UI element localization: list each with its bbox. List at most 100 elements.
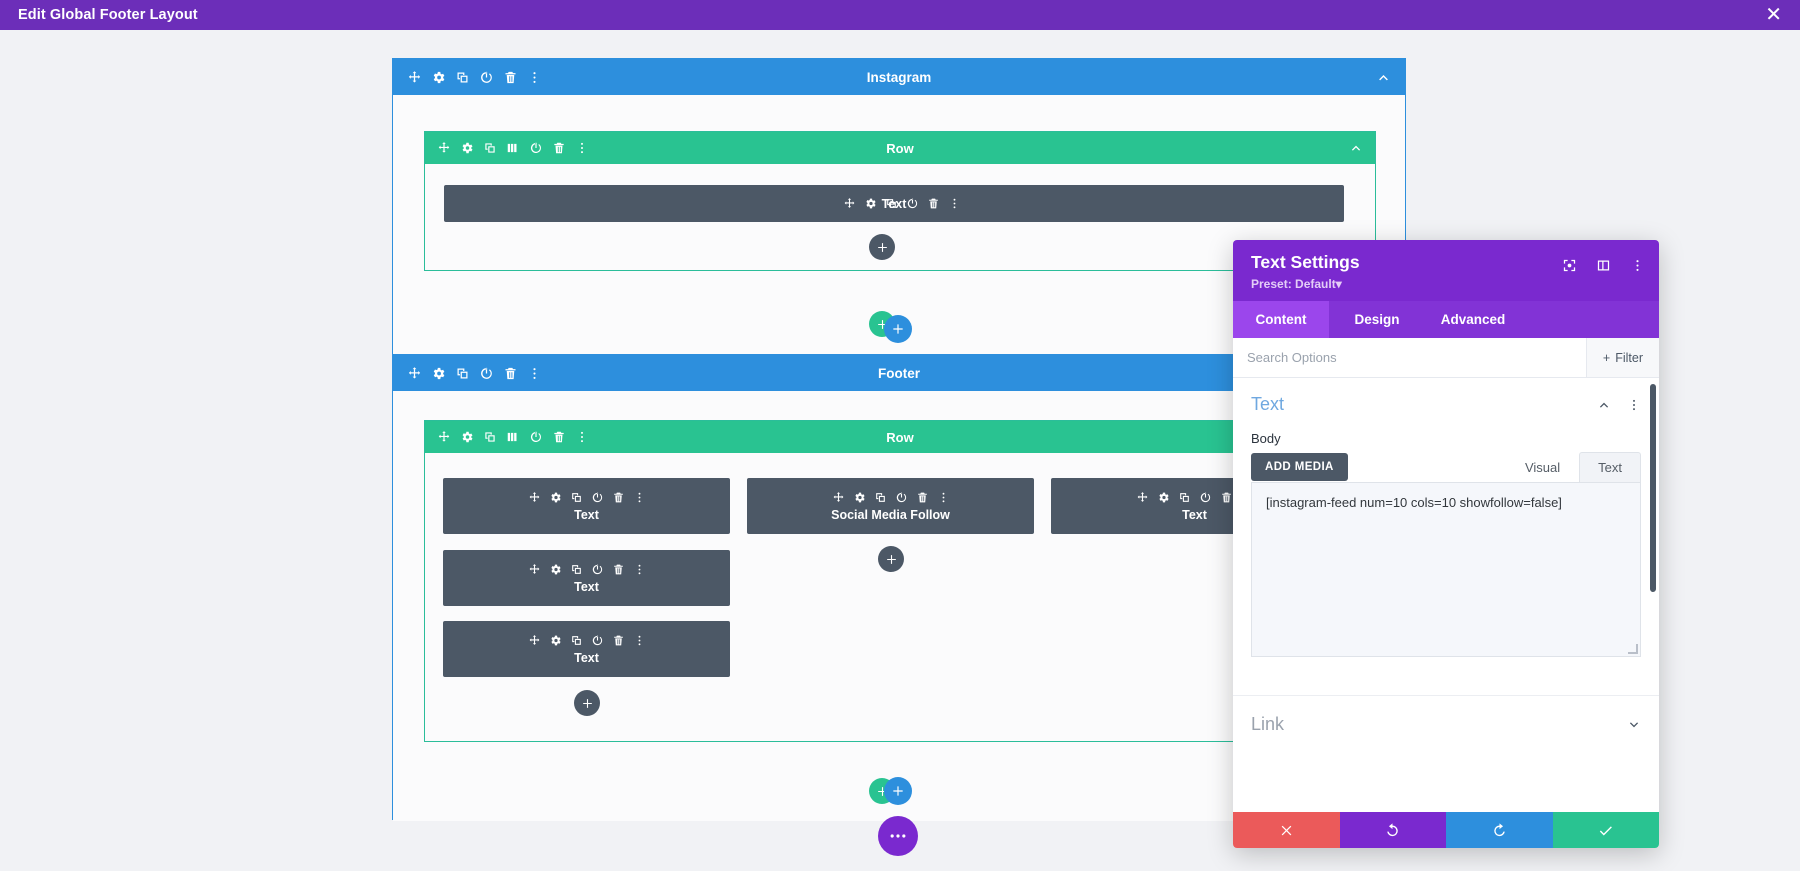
duplicate-icon[interactable]: [874, 491, 887, 504]
trash-icon[interactable]: [503, 366, 518, 381]
search-input[interactable]: [1233, 350, 1586, 365]
move-icon[interactable]: [528, 563, 541, 576]
module-text[interactable]: Text: [443, 478, 730, 534]
more-options-icon[interactable]: [1627, 398, 1641, 412]
power-toggle-icon[interactable]: [591, 563, 604, 576]
module-toolbar[interactable]: [528, 491, 646, 504]
row-toolbar[interactable]: [437, 430, 589, 444]
modal-tabs[interactable]: Content Design Advanced: [1233, 301, 1659, 338]
duplicate-icon[interactable]: [1178, 491, 1191, 504]
more-options-icon[interactable]: [633, 634, 646, 647]
add-section-button-top[interactable]: [884, 315, 912, 343]
redo-button[interactable]: [1446, 812, 1553, 848]
chevron-down-icon[interactable]: ▾: [1336, 277, 1342, 291]
duplicate-icon[interactable]: [570, 634, 583, 647]
duplicate-icon[interactable]: [483, 141, 497, 155]
preset-selector[interactable]: Preset: Default▾: [1251, 277, 1641, 291]
trash-icon[interactable]: [916, 491, 929, 504]
link-toggle-header[interactable]: Link: [1233, 695, 1659, 753]
module-text[interactable]: Text: [444, 185, 1344, 222]
editor-mode-tabs[interactable]: Visual Text: [1506, 452, 1641, 482]
more-options-icon[interactable]: [527, 366, 542, 381]
tab-text[interactable]: Text: [1579, 452, 1641, 482]
power-toggle-icon[interactable]: [529, 430, 543, 444]
row-header[interactable]: Row: [425, 132, 1375, 164]
move-icon[interactable]: [1136, 491, 1149, 504]
trash-icon[interactable]: [1220, 491, 1233, 504]
fullscreen-icon[interactable]: [1562, 258, 1577, 273]
module-toolbar[interactable]: [528, 563, 646, 576]
move-icon[interactable]: [407, 366, 422, 381]
gear-icon[interactable]: [549, 634, 562, 647]
search-bar[interactable]: + Filter: [1233, 338, 1659, 378]
more-options-icon[interactable]: [633, 491, 646, 504]
power-toggle-icon[interactable]: [479, 366, 494, 381]
gear-icon[interactable]: [460, 141, 474, 155]
gear-icon[interactable]: [853, 491, 866, 504]
column-layout-icon[interactable]: [506, 430, 520, 444]
more-options-icon[interactable]: [633, 563, 646, 576]
text-settings-modal[interactable]: Text Settings Preset: Default▾ Content D…: [1233, 240, 1659, 848]
tab-advanced[interactable]: Advanced: [1425, 301, 1521, 338]
body-editor[interactable]: [instagram-feed num=10 cols=10 showfollo…: [1251, 482, 1641, 657]
gear-icon[interactable]: [460, 430, 474, 444]
add-module-button[interactable]: [869, 234, 895, 260]
move-icon[interactable]: [832, 491, 845, 504]
section-header-instagram[interactable]: Instagram: [393, 59, 1405, 95]
save-button[interactable]: [1552, 812, 1659, 848]
power-toggle-icon[interactable]: [895, 491, 908, 504]
trash-icon[interactable]: [552, 430, 566, 444]
duplicate-icon[interactable]: [455, 366, 470, 381]
gear-icon[interactable]: [549, 563, 562, 576]
module-text[interactable]: Text: [443, 621, 730, 677]
power-toggle-icon[interactable]: [529, 141, 543, 155]
modal-header-actions[interactable]: [1562, 258, 1645, 273]
chevron-up-icon[interactable]: [1349, 141, 1363, 155]
move-icon[interactable]: [437, 141, 451, 155]
duplicate-icon[interactable]: [483, 430, 497, 444]
more-options-icon[interactable]: [937, 491, 950, 504]
trash-icon[interactable]: [612, 634, 625, 647]
gear-icon[interactable]: [1157, 491, 1170, 504]
tab-visual[interactable]: Visual: [1506, 452, 1579, 482]
trash-icon[interactable]: [612, 563, 625, 576]
trash-icon[interactable]: [503, 70, 518, 85]
toggle-actions[interactable]: [1597, 398, 1641, 412]
move-icon[interactable]: [437, 430, 451, 444]
module-text[interactable]: Text: [443, 550, 730, 606]
chevron-up-icon[interactable]: [1597, 398, 1611, 412]
chevron-down-icon[interactable]: [1627, 718, 1641, 732]
power-toggle-icon[interactable]: [591, 491, 604, 504]
gear-icon[interactable]: [431, 70, 446, 85]
move-icon[interactable]: [407, 70, 422, 85]
resize-handle[interactable]: [1628, 644, 1638, 654]
row-toolbar[interactable]: [437, 141, 589, 155]
add-media-button[interactable]: ADD MEDIA: [1251, 453, 1348, 481]
duplicate-icon[interactable]: [570, 563, 583, 576]
more-options-icon[interactable]: [527, 70, 542, 85]
more-options-icon[interactable]: [575, 141, 589, 155]
module-toolbar[interactable]: [528, 634, 646, 647]
add-section-button-bottom[interactable]: [884, 777, 912, 805]
tab-content[interactable]: Content: [1233, 301, 1329, 338]
chevron-up-icon[interactable]: [1376, 70, 1391, 85]
gear-icon[interactable]: [431, 366, 446, 381]
layout-panel-icon[interactable]: [1596, 258, 1611, 273]
section-toolbar[interactable]: [407, 70, 542, 85]
duplicate-icon[interactable]: [570, 491, 583, 504]
move-icon[interactable]: [528, 634, 541, 647]
cancel-button[interactable]: [1233, 812, 1340, 848]
modal-footer[interactable]: [1233, 812, 1659, 848]
column-layout-icon[interactable]: [506, 141, 520, 155]
section-toolbar[interactable]: [407, 366, 542, 381]
undo-button[interactable]: [1339, 812, 1446, 848]
more-options-button[interactable]: [878, 816, 918, 856]
gear-icon[interactable]: [549, 491, 562, 504]
add-module-button-col2[interactable]: [878, 546, 904, 572]
module-social-media-follow[interactable]: Social Media Follow: [747, 478, 1034, 534]
text-toggle-header[interactable]: Text: [1233, 378, 1659, 421]
trash-icon[interactable]: [612, 491, 625, 504]
modal-scrollbar[interactable]: [1650, 384, 1656, 592]
add-module-button-col1[interactable]: [574, 690, 600, 716]
filter-button[interactable]: + Filter: [1585, 338, 1659, 377]
